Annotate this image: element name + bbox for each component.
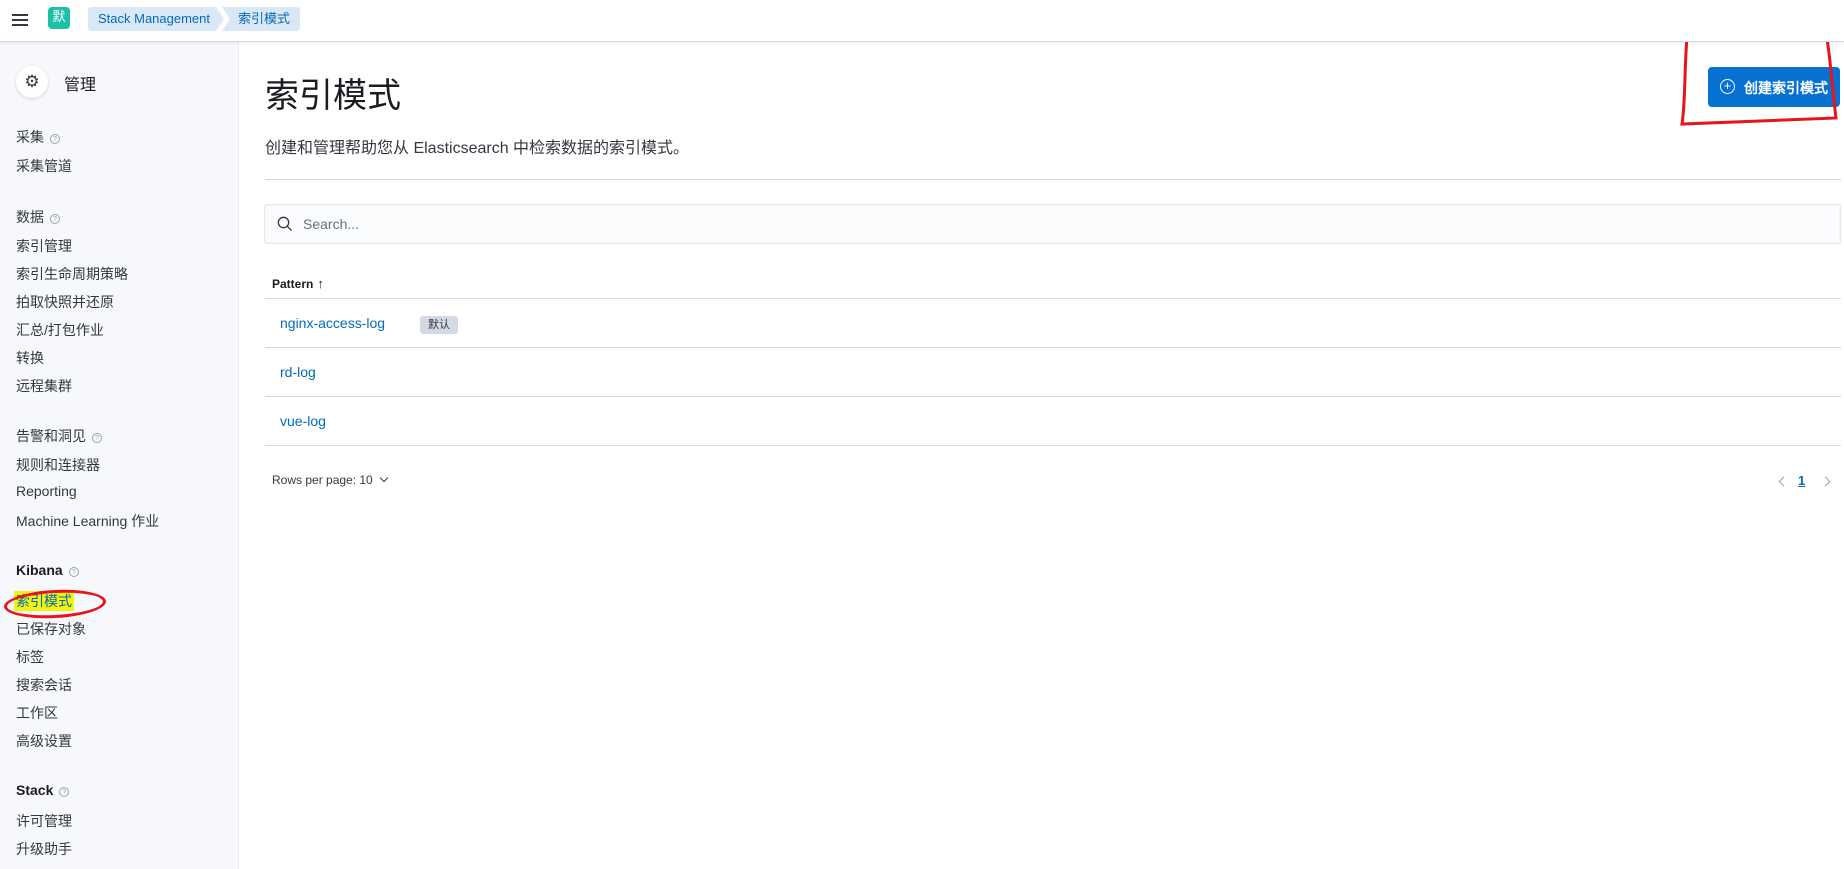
sidebar-item-ilm-policies[interactable]: 索引生命周期策略 <box>16 264 128 284</box>
sidebar-item-transforms[interactable]: 转换 <box>16 348 44 368</box>
group-title-alerts-insights: 告警和洞见? <box>16 426 102 446</box>
sidebar-item-rollup-jobs[interactable]: 汇总/打包作业 <box>16 320 104 340</box>
divider <box>265 179 1841 180</box>
index-pattern-link-vue-log[interactable]: vue-log <box>280 413 326 429</box>
sidebar-item-search-sessions[interactable]: 搜索会话 <box>16 675 72 695</box>
pagination-page-number[interactable]: 1 <box>1798 473 1805 488</box>
group-title-ingest: 采集? <box>16 127 60 147</box>
group-title-kibana: Kibana? <box>16 562 79 578</box>
space-avatar[interactable]: 默 <box>48 7 70 29</box>
sidebar-item-advanced-settings[interactable]: 高级设置 <box>16 731 72 751</box>
gear-icon: ⚙ <box>16 66 48 98</box>
group-title-stack: Stack? <box>16 782 70 798</box>
sidebar-item-reporting[interactable]: Reporting <box>16 483 77 499</box>
chevron-down-icon <box>379 473 388 483</box>
page-title: 索引模式 <box>265 77 401 115</box>
sidebar-item-tags[interactable]: 标签 <box>16 647 44 667</box>
sidebar-item-ingest-pipelines[interactable]: 采集管道 <box>16 156 72 176</box>
table-divider <box>265 396 1841 397</box>
create-index-pattern-button[interactable]: + 创建索引模式 <box>1708 67 1840 107</box>
search-input[interactable] <box>303 205 1823 243</box>
sidebar-item-rules-connectors[interactable]: 规则和连接器 <box>16 455 100 475</box>
menu-icon[interactable] <box>9 9 31 31</box>
sidebar-item-index-management[interactable]: 索引管理 <box>16 236 72 256</box>
pagination-next-icon[interactable] <box>1820 476 1831 487</box>
breadcrumb-stack-management[interactable]: Stack Management <box>88 7 224 31</box>
help-icon: ? <box>68 567 79 577</box>
sidebar-item-spaces[interactable]: 工作区 <box>16 703 58 723</box>
breadcrumb-index-patterns: 索引模式 <box>222 7 301 31</box>
sidebar-title: 管理 <box>64 77 97 94</box>
top-header: 默 Stack Management 索引模式 <box>0 0 1844 42</box>
pagination-prev-icon[interactable] <box>1778 476 1789 487</box>
rows-per-page-selector[interactable]: Rows per page: 10 <box>272 473 388 487</box>
help-icon: ? <box>92 433 102 443</box>
search-icon <box>277 216 292 231</box>
sidebar-item-saved-objects[interactable]: 已保存对象 <box>16 619 86 639</box>
search-box <box>264 204 1841 244</box>
help-icon: ? <box>50 214 60 224</box>
plus-circle-icon: + <box>1720 79 1735 94</box>
sidebar-item-license-management[interactable]: 许可管理 <box>16 811 72 831</box>
index-pattern-link-rd-log[interactable]: rd-log <box>280 364 316 380</box>
table-divider <box>265 445 1841 446</box>
sidebar-item-upgrade-assistant[interactable]: 升级助手 <box>16 839 72 859</box>
index-pattern-link-nginx-access-log[interactable]: nginx-access-log <box>280 315 385 331</box>
help-icon: ? <box>59 787 70 797</box>
default-badge: 默认 <box>420 316 458 334</box>
sort-ascending-icon: ↑ <box>317 276 324 291</box>
pattern-column-header[interactable]: Pattern ↑ <box>272 276 324 291</box>
create-button-label: 创建索引模式 <box>1744 80 1828 96</box>
sidebar-item-snapshot-restore[interactable]: 拍取快照并还原 <box>16 292 114 312</box>
table-divider <box>265 298 1841 299</box>
help-icon: ? <box>50 134 60 144</box>
sidebar-item-remote-clusters[interactable]: 远程集群 <box>16 376 72 396</box>
sidebar-item-ml-jobs[interactable]: Machine Learning 作业 <box>16 511 159 531</box>
sidebar-item-index-patterns[interactable]: 索引模式 <box>14 591 74 611</box>
sidebar: ⚙ 管理 采集? 采集管道 数据? 索引管理 索引生命周期策略 拍取快照并还原 … <box>0 42 239 869</box>
page-description: 创建和管理帮助您从 Elasticsearch 中检索数据的索引模式。 <box>265 140 690 157</box>
group-title-data: 数据? <box>16 207 60 227</box>
table-divider <box>265 347 1841 348</box>
